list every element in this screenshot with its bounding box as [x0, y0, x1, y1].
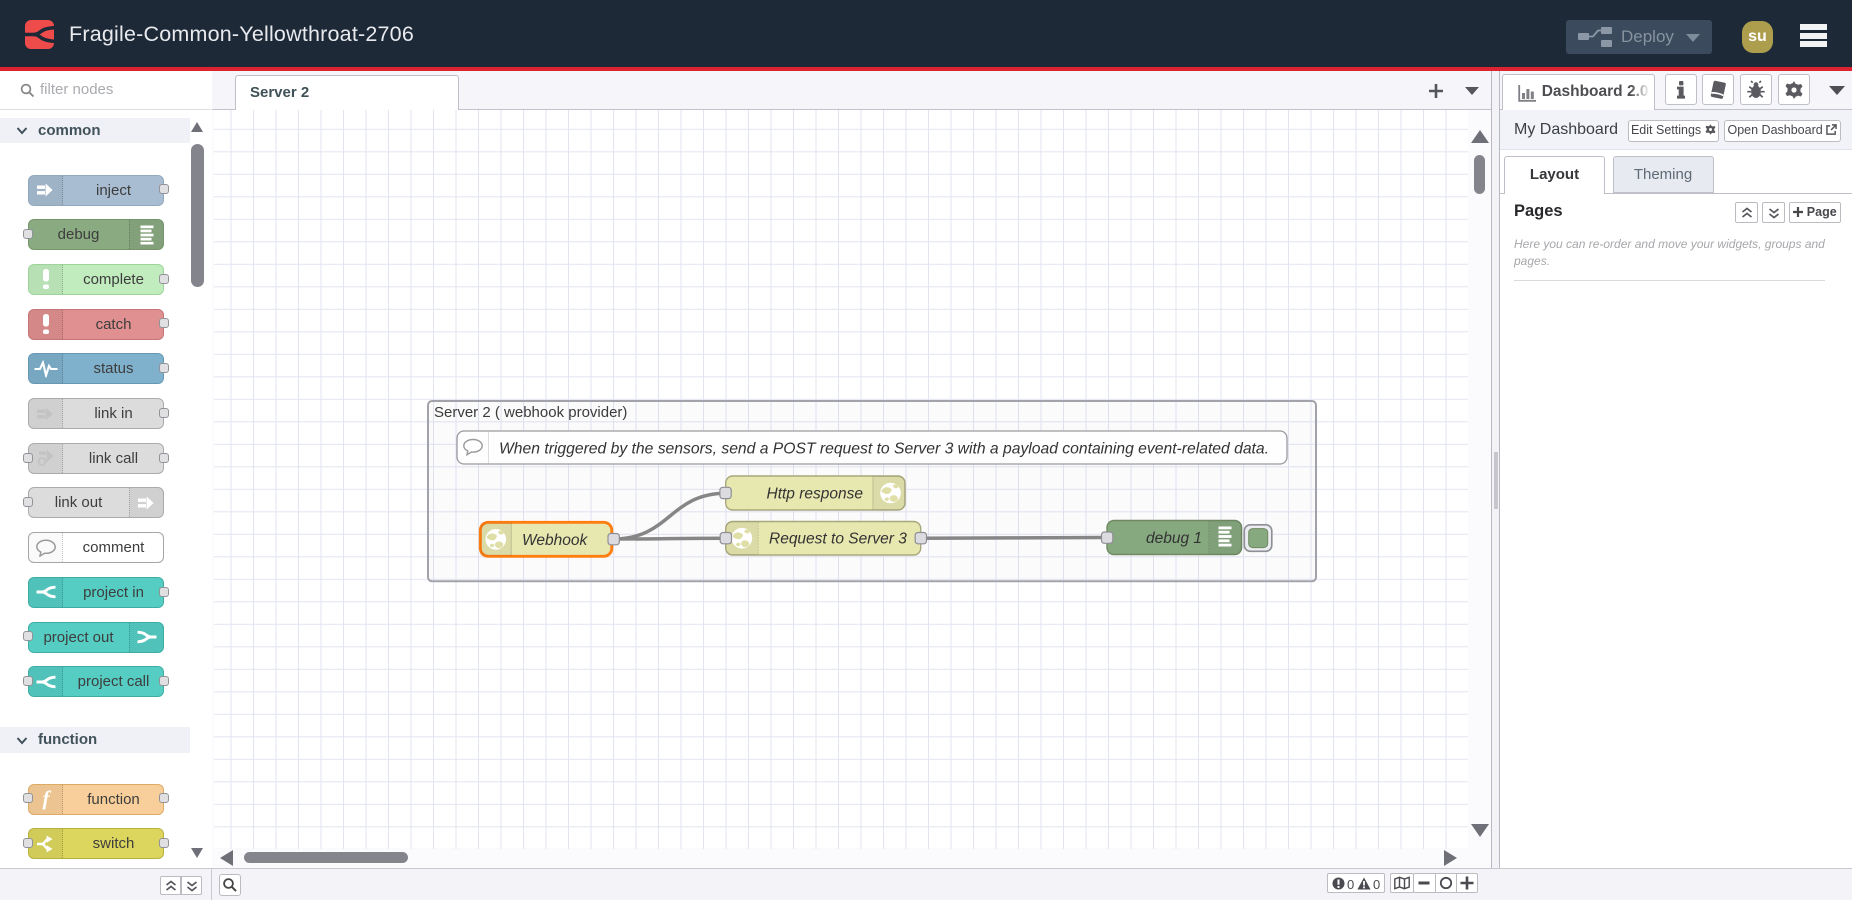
- svg-text:Server 2 ( webhook provider): Server 2 ( webhook provider): [434, 404, 627, 421]
- svg-text:f: f: [42, 788, 51, 810]
- svg-text:When triggered by the sensors,: When triggered by the sensors, send a PO…: [499, 440, 1269, 457]
- svg-text:debug 1: debug 1: [1146, 530, 1202, 547]
- svg-text:Request to Server 3: Request to Server 3: [769, 531, 907, 548]
- svg-text:Webhook: Webhook: [522, 532, 588, 549]
- svg-text:Http response: Http response: [767, 486, 864, 503]
